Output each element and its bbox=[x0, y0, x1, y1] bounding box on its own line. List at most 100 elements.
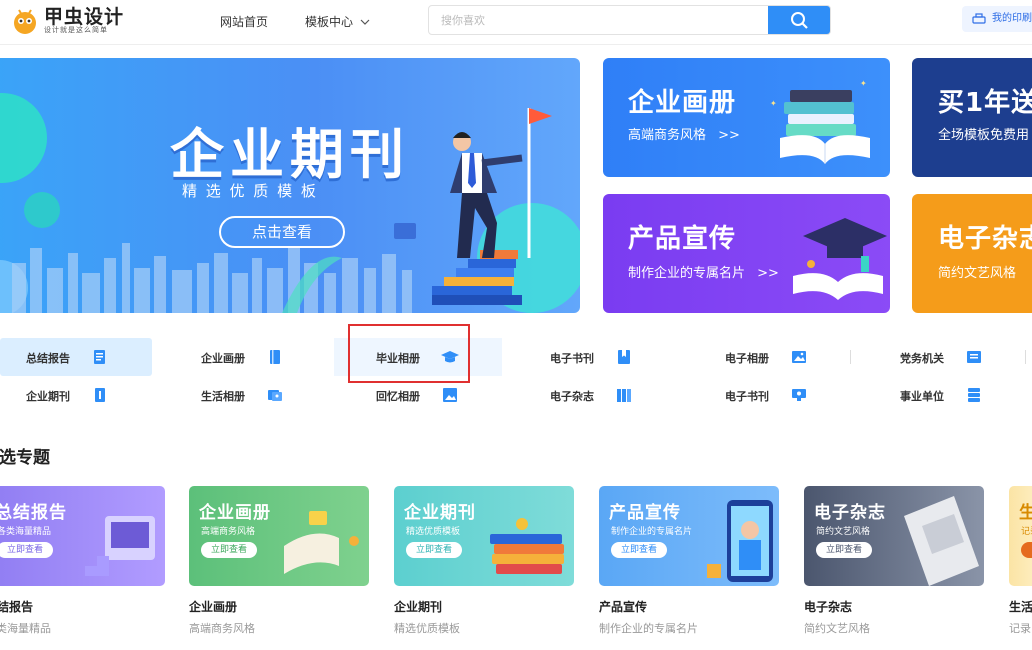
topic-card-subtitle: 制作企业的专属名片 bbox=[611, 527, 693, 537]
category-label: 企业期刊 bbox=[26, 390, 70, 403]
topic-card-e-magazine[interactable]: 电子杂志 简约文艺风格 立即查看 bbox=[804, 486, 984, 586]
graduation-book-illustration bbox=[793, 218, 887, 300]
printer-icon bbox=[972, 13, 986, 24]
view-now-button[interactable]: 立即查看 bbox=[816, 542, 872, 558]
divider bbox=[850, 350, 851, 364]
category-label: 企业画册 bbox=[201, 352, 245, 365]
category-memory-album[interactable]: 回忆相册 bbox=[350, 376, 500, 414]
category-party-government[interactable]: 党务机关 bbox=[874, 338, 1024, 376]
promo-title: 买1年送 bbox=[938, 88, 1032, 118]
logo-name: 甲虫设计 bbox=[44, 6, 125, 28]
nav-home[interactable]: 网站首页 bbox=[220, 13, 268, 30]
category-e-album[interactable]: 电子相册 bbox=[699, 338, 849, 376]
category-public-institution[interactable]: 事业单位 bbox=[874, 376, 1024, 414]
promo-buy-one-year[interactable]: 买1年送 全场模板免费用 bbox=[912, 58, 1032, 177]
promo-subtitle: 全场模板免费用 bbox=[938, 128, 1030, 143]
topic-desc: 各类海量精品 bbox=[0, 622, 51, 635]
topic-name[interactable]: 电子杂志 bbox=[804, 598, 852, 615]
view-now-button[interactable]: 立 bbox=[1021, 542, 1032, 558]
category-label: 事业单位 bbox=[900, 390, 944, 403]
topic-name[interactable]: 产品宣传 bbox=[599, 598, 647, 615]
nav-templates[interactable]: 模板中心 bbox=[305, 13, 370, 30]
promo-product-promo[interactable]: 产品宣传 制作企业的专属名片 >> bbox=[603, 194, 890, 313]
promo-title: 电子杂志 bbox=[938, 224, 1032, 254]
my-print-button[interactable]: 我的印刷 bbox=[962, 6, 1032, 32]
view-now-button[interactable]: 立即查看 bbox=[611, 542, 667, 558]
hero-view-button[interactable]: 点击查看 bbox=[219, 216, 345, 248]
category-label: 电子书刊 bbox=[725, 390, 769, 403]
topic-card-product-promo[interactable]: 产品宣传 制作企业的专属名片 立即查看 bbox=[599, 486, 779, 586]
promo-subtitle: 高端商务风格 >> bbox=[628, 124, 740, 143]
magazine-icon bbox=[617, 389, 631, 402]
journal-icon bbox=[95, 388, 105, 402]
topic-card-title: 总结报告 bbox=[0, 503, 67, 523]
topic-card-subtitle: 简约文艺风格 bbox=[816, 527, 871, 537]
svg-text:✦: ✦ bbox=[860, 79, 867, 88]
view-now-button[interactable]: 立即查看 bbox=[406, 542, 462, 558]
topic-card-title: 电子杂志 bbox=[814, 503, 886, 523]
topic-card-subtitle: 高端商务风格 bbox=[201, 527, 256, 537]
topic-card-subtitle: 精选优质模板 bbox=[406, 527, 461, 537]
category-summary-report[interactable]: 总结报告 bbox=[0, 338, 152, 376]
monitor-icon bbox=[792, 389, 806, 401]
topic-card-title: 企业期刊 bbox=[404, 503, 476, 523]
divider bbox=[1025, 350, 1026, 364]
view-now-button[interactable]: 立即查看 bbox=[0, 542, 53, 558]
category-label: 生活相册 bbox=[201, 390, 245, 403]
category-corporate-album[interactable]: 企业画册 bbox=[175, 338, 325, 376]
topic-name[interactable]: 企业画册 bbox=[189, 598, 237, 615]
topic-desc: 精选优质模板 bbox=[394, 622, 460, 635]
topic-card-title: 企业画册 bbox=[199, 503, 271, 523]
logo-slogan: 设计就是这么简单 bbox=[44, 26, 108, 34]
promo-e-magazine[interactable]: 电子杂志 简约文艺风格 bbox=[912, 194, 1032, 313]
topic-name[interactable]: 生活 bbox=[1009, 598, 1032, 615]
top-header: 甲虫设计 设计就是这么简单 网站首页 模板中心 我的印刷 bbox=[0, 0, 1032, 45]
topic-card-summary-report[interactable]: 总结报告 各类海量精品 立即查看 bbox=[0, 486, 165, 586]
photos-icon bbox=[268, 390, 282, 401]
topic-card-title: 生活 bbox=[1019, 503, 1032, 523]
category-label: 总结报告 bbox=[26, 352, 70, 365]
topic-card-corporate-album[interactable]: 企业画册 高端商务风格 立即查看 bbox=[189, 486, 369, 586]
promo-title: 产品宣传 bbox=[628, 224, 737, 254]
hero-banner[interactable]: 企业期刊 精 选 优 质 模 板 点击查看 bbox=[0, 58, 580, 313]
category-e-book-2[interactable]: 电子书刊 bbox=[699, 376, 849, 414]
promo-subtitle: 简约文艺风格 bbox=[938, 266, 1017, 281]
book-icon bbox=[270, 350, 280, 364]
server-icon bbox=[968, 388, 980, 402]
search-button[interactable] bbox=[768, 6, 830, 34]
topic-desc: 记录 bbox=[1009, 622, 1031, 635]
topic-name[interactable]: 总结报告 bbox=[0, 598, 33, 615]
promo-subtitle-text: 高端商务风格 bbox=[628, 128, 707, 143]
topic-card-corporate-journal[interactable]: 企业期刊 精选优质模板 立即查看 bbox=[394, 486, 574, 586]
category-e-book[interactable]: 电子书刊 bbox=[524, 338, 674, 376]
topic-name[interactable]: 企业期刊 bbox=[394, 598, 442, 615]
topic-card-life[interactable]: 生活 记录 立 bbox=[1009, 486, 1032, 586]
section-title: 精选专题 bbox=[0, 448, 50, 468]
my-print-label: 我的印刷 bbox=[992, 13, 1032, 24]
topic-desc: 高端商务风格 bbox=[189, 622, 255, 635]
category-label: 电子相册 bbox=[725, 352, 769, 365]
category-life-album[interactable]: 生活相册 bbox=[175, 376, 325, 414]
highlight-box bbox=[348, 324, 470, 383]
promo-title: 企业画册 bbox=[628, 88, 737, 118]
search-input[interactable] bbox=[429, 6, 793, 34]
hero-subtitle: 精 选 优 质 模 板 bbox=[182, 182, 318, 200]
nav-templates-label: 模板中心 bbox=[305, 15, 354, 29]
topic-desc: 制作企业的专属名片 bbox=[599, 622, 698, 635]
category-label: 回忆相册 bbox=[376, 390, 420, 403]
category-label: 电子杂志 bbox=[550, 390, 594, 403]
chevron-down-icon bbox=[360, 19, 370, 25]
image-icon bbox=[792, 351, 806, 363]
site-logo[interactable]: 甲虫设计 设计就是这么简单 bbox=[10, 6, 140, 36]
topic-card-subtitle: 各类海量精品 bbox=[0, 527, 52, 537]
promo-corporate-album[interactable]: ✦ ✦ 企业画册 高端商务风格 >> bbox=[603, 58, 890, 177]
category-e-magazine[interactable]: 电子杂志 bbox=[524, 376, 674, 414]
promo-subtitle: 制作企业的专属名片 >> bbox=[628, 262, 779, 281]
report-icon bbox=[94, 350, 105, 364]
view-now-button[interactable]: 立即查看 bbox=[201, 542, 257, 558]
search-icon bbox=[791, 12, 808, 29]
party-icon bbox=[967, 351, 981, 363]
promo-arrow: >> bbox=[757, 266, 779, 281]
category-corporate-journal[interactable]: 企业期刊 bbox=[0, 376, 150, 414]
category-label: 党务机关 bbox=[900, 352, 944, 365]
